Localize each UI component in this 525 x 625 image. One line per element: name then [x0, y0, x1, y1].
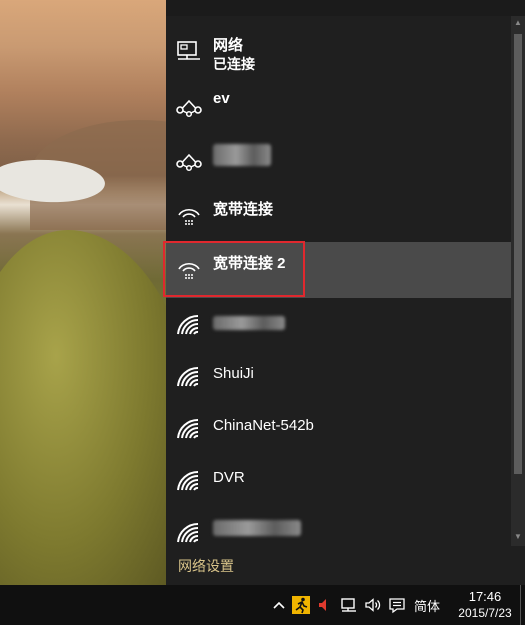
scroll-down-icon[interactable]: ▼ — [513, 532, 523, 542]
scrollbar[interactable]: ▲ ▼ — [511, 16, 525, 546]
network-name: 宽带连接 — [213, 201, 274, 218]
redacted-network-name — [213, 316, 285, 330]
wifi-icon — [177, 366, 199, 387]
dialup-icon — [176, 99, 202, 118]
network-name: DVR — [213, 469, 245, 486]
network-item-hidden-wifi[interactable] — [166, 298, 511, 350]
speaker-alert-icon[interactable] — [316, 596, 334, 614]
dialup-icon — [176, 153, 202, 172]
scroll-up-icon[interactable]: ▲ — [513, 18, 523, 28]
network-tray-icon[interactable] — [340, 596, 358, 614]
network-item-hidden-wifi-2[interactable] — [166, 506, 511, 546]
network-name: 网络 — [213, 37, 244, 54]
show-desktop-button[interactable] — [520, 585, 525, 625]
wifi-icon — [177, 418, 199, 439]
network-name: ChinaNet-542b — [213, 417, 314, 434]
wifi-icon — [177, 314, 199, 335]
highlight-annotation — [163, 241, 305, 297]
network-item-shuiji[interactable]: ShuiJi — [166, 350, 511, 402]
network-item-chinanet[interactable]: ChinaNet-542b — [166, 402, 511, 454]
network-status: 已连接 — [213, 56, 255, 72]
taskbar: 简体 17:46 2015/7/23 — [0, 585, 525, 625]
wifi-icon — [177, 470, 199, 491]
network-settings-link[interactable]: 网络设置 — [178, 556, 234, 576]
network-item-ethernet[interactable]: 网络 已连接 — [166, 24, 511, 76]
network-item-dvr[interactable]: DVR — [166, 454, 511, 506]
clock-time[interactable]: 17:46 — [452, 589, 518, 604]
volume-icon[interactable] — [364, 596, 382, 614]
wifi-icon — [177, 522, 199, 543]
network-item-broadband[interactable]: 宽带连接 — [166, 188, 511, 240]
chevron-up-icon[interactable] — [270, 596, 288, 614]
network-flyout: 网络 已连接 ev 宽带连接 宽带连接 2 ShuiJi ChinaNet-54… — [166, 16, 525, 585]
network-item-ev[interactable]: ev — [166, 80, 511, 132]
broadband-icon — [178, 208, 200, 225]
clock-date[interactable]: 2015/7/23 — [450, 606, 520, 620]
wallpaper-hill — [0, 230, 166, 585]
ethernet-icon — [177, 41, 200, 60]
app-runner-icon[interactable] — [292, 596, 310, 614]
network-name: ShuiJi — [213, 365, 254, 382]
action-center-icon[interactable] — [388, 596, 406, 614]
redacted-network-name — [213, 520, 301, 536]
network-name: ev — [213, 90, 230, 107]
redacted-network-name — [213, 144, 271, 166]
network-item-hidden-dialup[interactable] — [166, 134, 511, 186]
input-method-indicator[interactable]: 简体 — [414, 596, 440, 615]
desktop-wallpaper — [0, 0, 166, 585]
scrollbar-thumb[interactable] — [514, 34, 522, 474]
